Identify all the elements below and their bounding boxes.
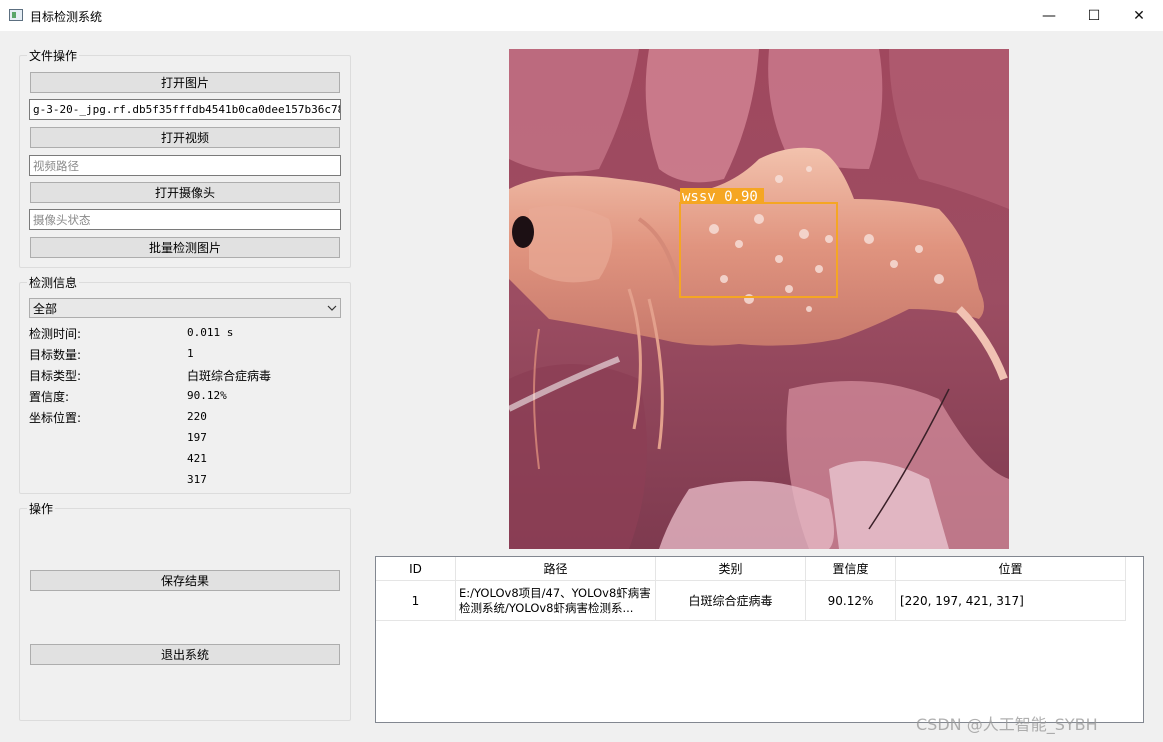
position-label: 坐标位置: — [29, 411, 82, 425]
operations-group — [19, 508, 351, 721]
open-camera-button[interactable]: 打开摄像头 — [30, 182, 340, 203]
maximize-button[interactable]: ☐ — [1071, 0, 1117, 31]
app-icon — [9, 9, 23, 21]
col-header-position[interactable]: 位置 — [896, 557, 1126, 581]
bbox-label: wssv 0.90 — [682, 189, 758, 205]
target-select[interactable]: 全部 — [29, 298, 341, 318]
type-label: 目标类型: — [29, 369, 82, 383]
save-result-button[interactable]: 保存结果 — [30, 570, 340, 591]
open-video-button[interactable]: 打开视频 — [30, 127, 340, 148]
col-header-id[interactable]: ID — [376, 557, 456, 581]
minimize-button[interactable]: — — [1026, 0, 1072, 31]
cell-confidence[interactable]: 90.12% — [806, 581, 896, 621]
ymax-value: 317 — [187, 473, 207, 486]
cell-id[interactable]: 1 — [376, 581, 456, 621]
detection-image: wssv 0.90 — [509, 49, 1009, 549]
video-path-field[interactable]: 视频路径 — [29, 155, 341, 176]
time-label: 检测时间: — [29, 327, 82, 341]
col-header-path[interactable]: 路径 — [456, 557, 656, 581]
batch-detect-button[interactable]: 批量检测图片 — [30, 237, 340, 258]
exit-button[interactable]: 退出系统 — [30, 644, 340, 665]
file-ops-title: 文件操作 — [27, 47, 80, 64]
col-header-confidence[interactable]: 置信度 — [806, 557, 896, 581]
confidence-value: 90.12% — [187, 389, 227, 402]
type-value: 白斑综合症病毒 — [187, 369, 272, 383]
operations-title: 操作 — [27, 500, 56, 517]
count-label: 目标数量: — [29, 348, 82, 362]
cell-class[interactable]: 白斑综合症病毒 — [656, 581, 806, 621]
shrimp-photo: wssv 0.90 — [509, 49, 1009, 549]
count-value: 1 — [187, 347, 194, 360]
open-image-button[interactable]: 打开图片 — [30, 72, 340, 93]
col-header-class[interactable]: 类别 — [656, 557, 806, 581]
cell-path[interactable]: E:/YOLOv8项目/47、YOLOv8虾病害检测系统/YOLOv8虾病害检测… — [456, 581, 656, 621]
chevron-down-icon — [327, 305, 337, 311]
camera-status-field[interactable]: 摄像头状态 — [29, 209, 341, 230]
target-select-value: 全部 — [33, 301, 58, 316]
ymin-value: 197 — [187, 431, 207, 444]
result-table[interactable]: ID 路径 类别 置信度 位置 1 E:/YOLOv8项目/47、YOLOv8虾… — [375, 556, 1144, 723]
detect-info-title: 检测信息 — [27, 274, 80, 291]
image-path-field[interactable]: g-3-20-_jpg.rf.db5f35fffdb4541b0ca0dee15… — [29, 99, 341, 120]
confidence-label: 置信度: — [29, 390, 70, 404]
cell-position[interactable]: [220, 197, 421, 317] — [896, 581, 1126, 621]
xmin-value: 220 — [187, 410, 207, 423]
xmax-value: 421 — [187, 452, 207, 465]
watermark: CSDN @人工智能_SYBH — [916, 715, 1098, 734]
close-button[interactable]: ✕ — [1116, 0, 1162, 31]
window-title: 目标检测系统 — [30, 10, 103, 24]
time-value: 0.011 s — [187, 326, 234, 339]
title-bar — [0, 0, 1163, 31]
